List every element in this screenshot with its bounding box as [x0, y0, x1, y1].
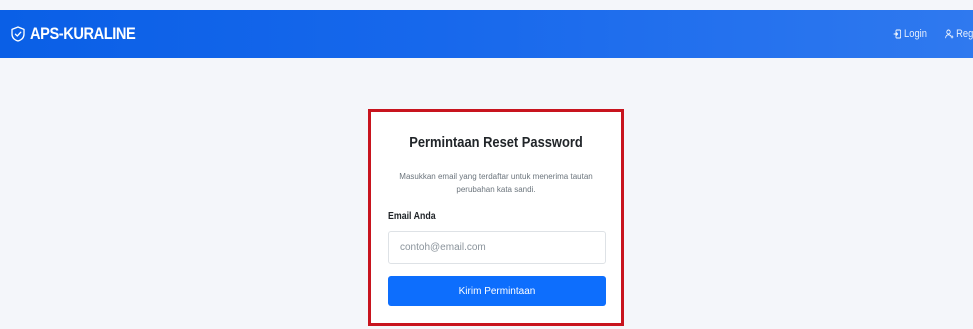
user-add-icon [945, 29, 954, 39]
submit-request-button[interactable]: Kirim Permintaan [388, 276, 606, 306]
brand-name: APS-KURALINE [30, 24, 136, 43]
card-description: Masukkan email yang terdaftar untuk mene… [399, 172, 593, 194]
login-icon [893, 29, 902, 39]
email-field[interactable] [388, 231, 606, 264]
email-label: Email Anda [388, 211, 436, 222]
reset-password-card: Permintaan Reset Password Masukkan email… [384, 112, 608, 323]
nav-register-label: Register [956, 28, 973, 40]
nav-register-link[interactable]: Register [945, 28, 973, 40]
nav-links: Login Register [887, 28, 973, 40]
top-navbar: APS-KURALINE Login Register [0, 10, 973, 58]
nav-login-link[interactable]: Login [893, 28, 927, 40]
card-title: Permintaan Reset Password [409, 134, 583, 151]
brand[interactable]: APS-KURALINE [11, 24, 152, 44]
highlight-box: Permintaan Reset Password Masukkan email… [368, 109, 624, 326]
nav-login-label: Login [904, 28, 928, 40]
shield-check-icon [11, 26, 25, 42]
